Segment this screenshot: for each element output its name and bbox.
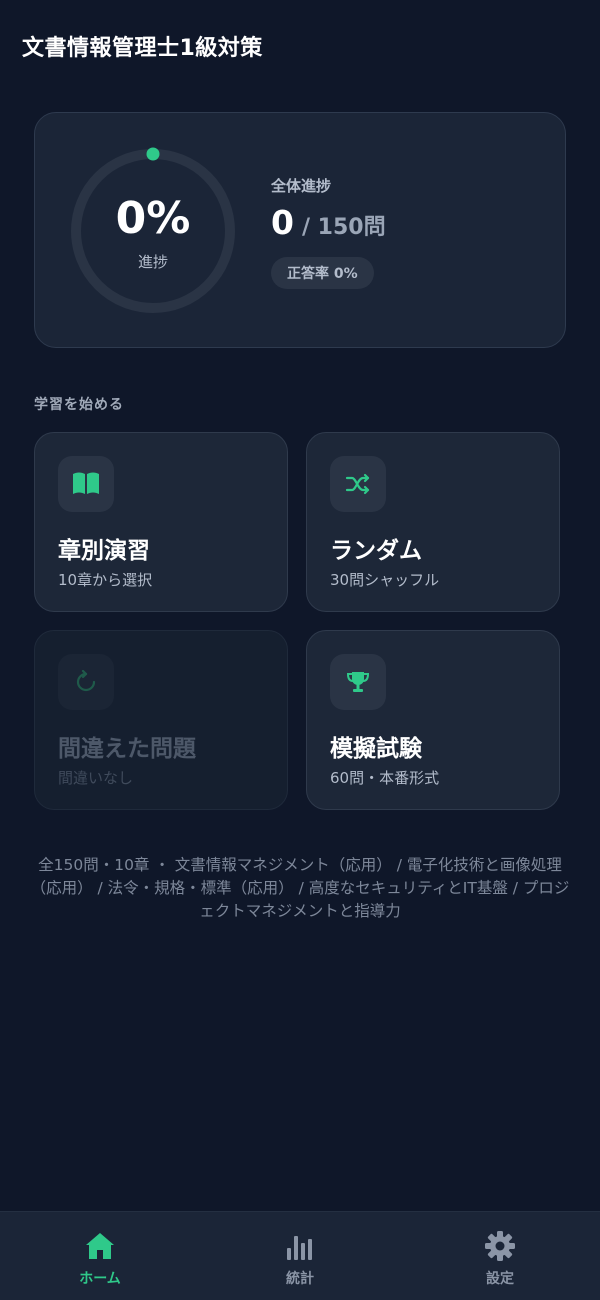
tab-settings[interactable]: 設定 [400, 1212, 600, 1300]
solved-count: 0 [271, 203, 294, 242]
tab-stats-label: 統計 [286, 1271, 314, 1287]
random-title: ランダム [330, 538, 422, 564]
shuffle-icon [330, 456, 386, 512]
total-count: / 150問 [301, 215, 386, 240]
retry-icon [58, 654, 114, 710]
mock-exam-subtitle: 60問・本番形式 [330, 769, 440, 787]
tab-settings-label: 設定 [486, 1271, 514, 1287]
app-screen: 文書情報管理士1級対策 0% 進捗 全体進捗 0 / 150問 正答率 0% 学… [0, 0, 600, 1300]
progress-card: 0% 進捗 全体進捗 0 / 150問 正答率 0% [34, 112, 566, 348]
overall-progress-count: 0 / 150問 [271, 203, 386, 242]
chapter-practice-subtitle: 10章から選択 [58, 571, 153, 589]
tab-stats[interactable]: 統計 [200, 1212, 400, 1300]
book-icon [58, 456, 114, 512]
wrong-answers-card: 間違えた問題 間違いなし [34, 630, 288, 810]
course-description: 全150問・10章 ・ 文書情報マネジメント（応用） / 電子化技術と画像処理（… [30, 856, 570, 920]
app-title: 文書情報管理士1級対策 [22, 36, 263, 61]
bar-chart-icon [287, 1236, 312, 1260]
chapter-practice-title: 章別演習 [58, 538, 150, 564]
gear-icon [485, 1231, 515, 1261]
wrong-answers-subtitle: 間違いなし [58, 769, 134, 787]
progress-caption: 進捗 [137, 253, 168, 271]
bottom-tab-bar: ホーム 統計 設定 [0, 1211, 600, 1300]
chapter-practice-card[interactable]: 章別演習 10章から選択 [34, 432, 288, 612]
trophy-icon [330, 654, 386, 710]
accuracy-badge: 正答率 0% [271, 257, 374, 289]
section-label-start-learning: 学習を始める [34, 397, 124, 413]
mock-exam-title: 模擬試験 [330, 736, 422, 762]
wrong-answers-title: 間違えた問題 [58, 736, 196, 762]
tab-home[interactable]: ホーム [0, 1212, 200, 1300]
tab-home-label: ホーム [79, 1271, 121, 1287]
overall-progress-label: 全体進捗 [271, 177, 332, 195]
progress-percent: 0% [115, 193, 191, 244]
home-icon [86, 1233, 114, 1259]
mock-exam-card[interactable]: 模擬試験 60問・本番形式 [306, 630, 560, 810]
progress-ring-indicator [146, 147, 160, 161]
random-subtitle: 30問シャッフル [330, 571, 440, 589]
random-card[interactable]: ランダム 30問シャッフル [306, 432, 560, 612]
